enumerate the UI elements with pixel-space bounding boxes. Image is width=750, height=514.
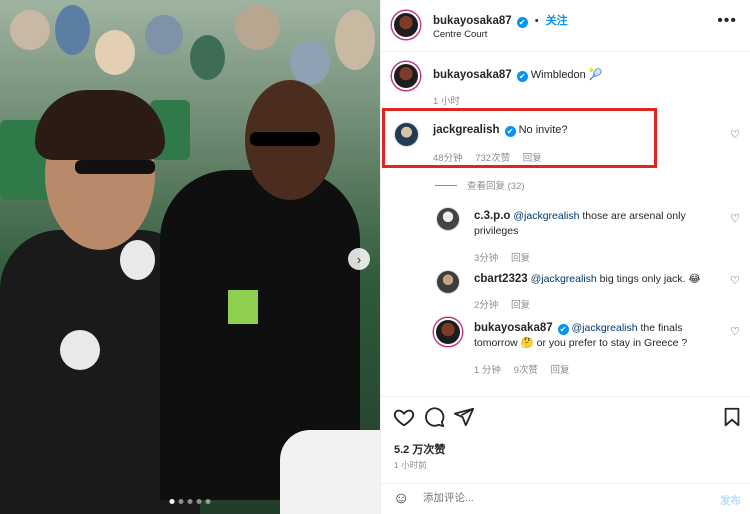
like-reply-icon[interactable]: ♡ — [730, 212, 740, 225]
caption-avatar[interactable] — [392, 62, 420, 90]
comment-body: jackgrealish ✔ No invite? — [433, 124, 568, 137]
view-replies-label: 查看回复 (32) — [467, 181, 525, 192]
share-icon[interactable] — [453, 406, 475, 428]
reply-mention[interactable]: @jackgrealish — [571, 322, 637, 334]
comment-meta: 48分钟 732次赞 回复 — [433, 150, 552, 164]
verified-icon: ✔ — [516, 17, 528, 28]
reply-button[interactable]: 回复 — [511, 253, 530, 264]
reply-body: cbart2323 @jackgrealish big tings only j… — [474, 272, 714, 287]
reply-username[interactable]: c.3.p.o — [474, 210, 510, 222]
reply-body: bukayosaka87 ✔ @jackgrealish the finals … — [474, 321, 704, 351]
caption-time: 1 小时 — [433, 96, 460, 107]
verified-icon: ✔ — [516, 71, 528, 82]
post-header: bukayosaka87 ✔ • 关注 Centre Court ••• — [381, 0, 750, 52]
reply-meta: 2分钟 回复 — [474, 297, 540, 311]
reply-mention[interactable]: @jackgrealish — [513, 210, 579, 222]
comment-icon[interactable] — [423, 406, 445, 428]
reply-likes[interactable]: 9次赞 — [514, 365, 538, 376]
reply-meta: 1 分钟 9次赞 回复 — [474, 362, 580, 376]
next-photo-button[interactable]: › — [348, 248, 370, 270]
reply-avatar[interactable] — [434, 318, 462, 346]
comment-likes[interactable]: 732次赞 — [475, 153, 510, 164]
like-reply-icon[interactable]: ♡ — [730, 325, 740, 338]
post-location[interactable]: Centre Court — [433, 29, 487, 40]
comment-username[interactable]: jackgrealish — [433, 124, 499, 136]
reply-username[interactable]: bukayosaka87 — [474, 322, 553, 334]
comment-bar: ☺ 发布 — [381, 483, 750, 514]
caption-username[interactable]: bukayosaka87 — [433, 69, 512, 81]
save-icon[interactable] — [721, 406, 743, 428]
verified-icon: ✔ — [504, 126, 516, 137]
reply-avatar[interactable] — [436, 207, 460, 231]
reply-time: 1 分钟 — [474, 365, 501, 376]
post-time: 1 小时前 — [394, 460, 427, 470]
like-icon[interactable] — [393, 406, 415, 428]
reply-button[interactable]: 回复 — [511, 300, 530, 311]
reply-button[interactable]: 回复 — [551, 365, 570, 376]
reply-mention[interactable]: @jackgrealish — [531, 273, 597, 285]
author-username[interactable]: bukayosaka87 — [433, 15, 512, 27]
reply-text: big tings only jack. 😂 — [596, 273, 701, 285]
post-photo: › — [0, 0, 380, 514]
like-reply-icon[interactable]: ♡ — [730, 274, 740, 287]
reply-body: c.3.p.o @jackgrealish those are arsenal … — [474, 209, 704, 239]
comment-text: No invite? — [518, 124, 568, 136]
reply-meta: 3分钟 回复 — [474, 250, 540, 264]
emoji-icon[interactable]: ☺ — [393, 490, 409, 508]
reply-time: 2分钟 — [474, 300, 499, 311]
post-side-panel: bukayosaka87 ✔ • 关注 Centre Court ••• buk… — [380, 0, 750, 514]
caption: bukayosaka87 ✔ Wimbledon 🎾 — [433, 68, 603, 82]
caption-text: Wimbledon 🎾 — [530, 69, 603, 81]
action-bar: 5.2 万次赞 1 小时前 ☺ 发布 — [381, 396, 750, 514]
reply-avatar[interactable] — [436, 270, 460, 294]
reply-username[interactable]: cbart2323 — [474, 273, 528, 285]
like-comment-icon[interactable]: ♡ — [730, 128, 740, 141]
follow-button[interactable]: 关注 — [546, 15, 568, 27]
more-options-icon[interactable]: ••• — [717, 12, 737, 30]
reply-button[interactable]: 回复 — [523, 153, 542, 164]
view-replies-button[interactable]: 查看回复 (32) — [435, 178, 525, 192]
post-comment-button[interactable]: 发布 — [720, 493, 741, 508]
carousel-indicator — [169, 499, 211, 504]
comment-time: 48分钟 — [433, 153, 463, 164]
reply-time: 3分钟 — [474, 253, 499, 264]
separator-dot: • — [534, 15, 539, 27]
author-avatar[interactable] — [392, 11, 420, 39]
comment-avatar[interactable] — [394, 122, 419, 147]
verified-icon: ✔ — [557, 324, 569, 335]
like-count[interactable]: 5.2 万次赞 — [394, 441, 445, 457]
add-comment-input[interactable] — [423, 492, 673, 504]
